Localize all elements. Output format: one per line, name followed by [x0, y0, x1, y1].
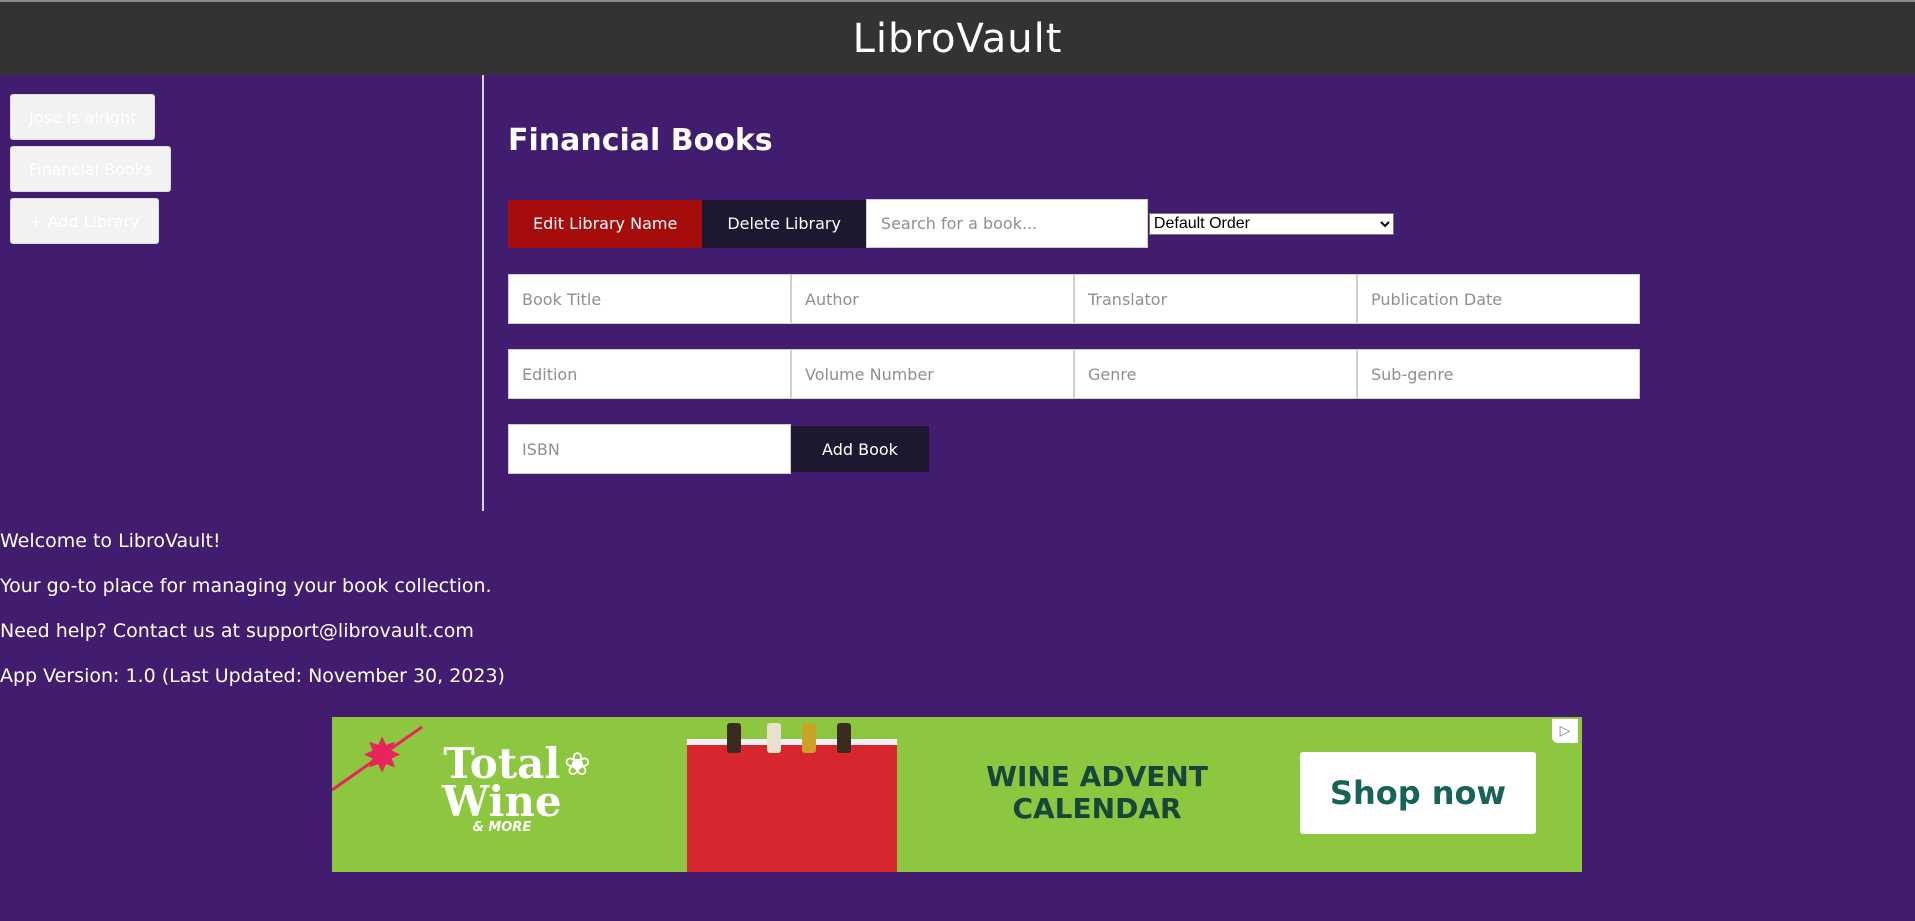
- ad-headline: WINE ADVENT CALENDAR: [986, 760, 1208, 825]
- add-library-button[interactable]: + Add Library: [10, 198, 159, 244]
- book-title-field[interactable]: [508, 274, 791, 324]
- app-header: LibroVault: [0, 2, 1915, 75]
- page-title: Financial Books: [508, 123, 773, 158]
- publication-date-field[interactable]: [1357, 274, 1640, 324]
- support-text: Need help? Contact us at support@librova…: [0, 620, 474, 642]
- delete-library-button[interactable]: Delete Library: [702, 199, 866, 248]
- sub-genre-field[interactable]: [1357, 349, 1640, 399]
- sidebar: Jose is alright Financial Books + Add Li…: [0, 75, 484, 511]
- tagline-text: Your go-to place for managing your book …: [0, 575, 492, 597]
- translator-field[interactable]: [1074, 274, 1357, 324]
- bottle-icon: [727, 723, 741, 753]
- welcome-text: Welcome to LibroVault!: [0, 530, 221, 552]
- edit-library-name-button[interactable]: Edit Library Name: [508, 199, 703, 248]
- sidebar-item-library-2[interactable]: Financial Books: [10, 146, 172, 192]
- ad-brand-line2: Wine: [442, 777, 562, 826]
- adchoices-icon[interactable]: ▷: [1552, 719, 1578, 743]
- author-field[interactable]: [791, 274, 1074, 324]
- edition-field[interactable]: [508, 349, 791, 399]
- ad-brand-logo: Total Wine & MORE: [442, 743, 562, 835]
- sort-order-select[interactable]: Default Order: [1148, 212, 1394, 235]
- genre-field[interactable]: [1074, 349, 1357, 399]
- isbn-field[interactable]: [508, 424, 791, 474]
- add-book-button[interactable]: Add Book: [791, 426, 929, 472]
- version-text: App Version: 1.0 (Last Updated: November…: [0, 665, 505, 687]
- library-toolbar: Edit Library Name Delete Library Default…: [508, 199, 1394, 248]
- volume-number-field[interactable]: [791, 349, 1074, 399]
- grapes-icon: ❀: [564, 745, 591, 783]
- library-panel: Financial Books Edit Library Name Delete…: [508, 75, 1708, 511]
- bottle-icon: [837, 723, 851, 753]
- bottle-icon: [802, 723, 816, 753]
- footer-info: Welcome to LibroVault! Your go-to place …: [0, 530, 505, 710]
- sidebar-item-library-1[interactable]: Jose is alright: [10, 94, 156, 140]
- ad-banner[interactable]: ✸ Total Wine & MORE ❀ WINE ADVENT CALEND…: [332, 717, 1582, 872]
- shop-now-button[interactable]: Shop now: [1300, 752, 1536, 834]
- app-title: LibroVault: [852, 15, 1063, 62]
- advent-calendar-image: [687, 723, 897, 872]
- starburst-icon: ✸: [362, 728, 403, 784]
- bottle-icon: [767, 723, 781, 753]
- search-input[interactable]: [865, 199, 1148, 248]
